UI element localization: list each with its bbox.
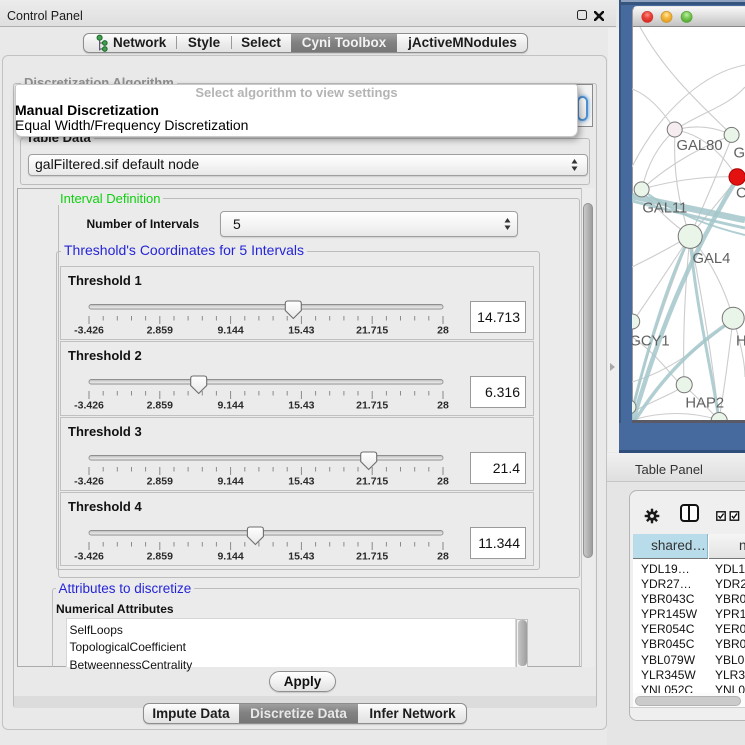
svg-text:-3.426: -3.426 bbox=[74, 475, 104, 487]
svg-text:GA: GA bbox=[734, 146, 745, 162]
svg-text:HAP2: HAP2 bbox=[685, 396, 724, 412]
svg-text:21.715: 21.715 bbox=[356, 550, 388, 562]
svg-text:2.859: 2.859 bbox=[147, 324, 173, 336]
svg-text:21.715: 21.715 bbox=[356, 324, 388, 336]
svg-text:C: C bbox=[736, 186, 745, 202]
svg-text:21.715: 21.715 bbox=[356, 475, 388, 487]
svg-text:9.144: 9.144 bbox=[217, 324, 243, 336]
svg-text:GAL80: GAL80 bbox=[677, 138, 723, 154]
svg-text:9.144: 9.144 bbox=[217, 550, 243, 562]
svg-text:28: 28 bbox=[437, 400, 449, 412]
svg-text:28: 28 bbox=[437, 475, 449, 487]
svg-text:2.859: 2.859 bbox=[147, 475, 173, 487]
svg-text:H: H bbox=[736, 334, 745, 350]
svg-text:-3.426: -3.426 bbox=[74, 400, 104, 412]
svg-text:28: 28 bbox=[437, 324, 449, 336]
svg-text:9.144: 9.144 bbox=[217, 475, 243, 487]
svg-text:15.43: 15.43 bbox=[288, 324, 314, 336]
svg-text:GAL11: GAL11 bbox=[642, 201, 687, 217]
svg-text:21.715: 21.715 bbox=[356, 400, 388, 412]
svg-text:GAL4: GAL4 bbox=[693, 251, 731, 267]
svg-text:15.43: 15.43 bbox=[288, 400, 314, 412]
svg-text:2.859: 2.859 bbox=[147, 400, 173, 412]
svg-text:28: 28 bbox=[437, 550, 449, 562]
svg-text:GCY1: GCY1 bbox=[632, 334, 670, 350]
svg-text:15.43: 15.43 bbox=[288, 550, 314, 562]
svg-text:2.859: 2.859 bbox=[147, 550, 173, 562]
svg-text:-3.426: -3.426 bbox=[74, 550, 104, 562]
svg-text:-3.426: -3.426 bbox=[74, 324, 104, 336]
svg-text:9.144: 9.144 bbox=[217, 400, 243, 412]
svg-text:15.43: 15.43 bbox=[288, 475, 314, 487]
